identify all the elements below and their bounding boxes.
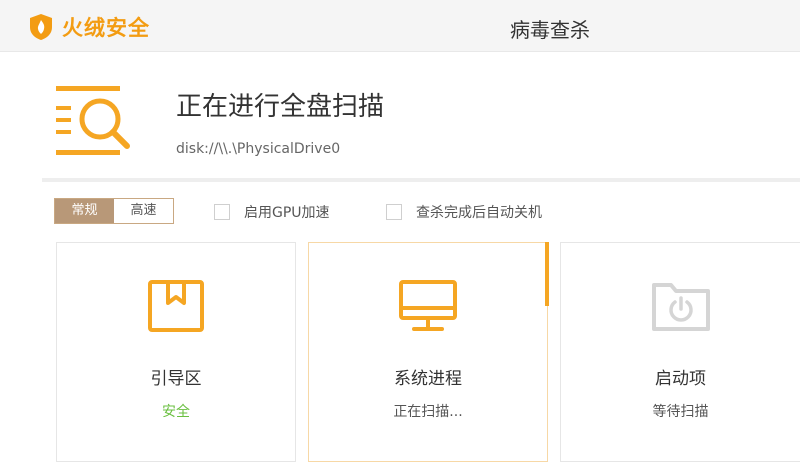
scan-icon — [54, 84, 136, 164]
monitor-icon — [309, 279, 547, 333]
title-bar: 火绒安全 病毒查杀 — [0, 0, 800, 52]
card-name: 启动项 — [655, 369, 706, 389]
startup-folder-icon — [561, 279, 800, 333]
flame-shield-icon — [30, 14, 52, 40]
scan-header: 正在进行全盘扫描 disk://\\.\PhysicalDrive0 — [0, 52, 800, 180]
scan-options: 常规 高速 启用GPU加速 查杀完成后自动关机 — [0, 198, 800, 226]
gpu-accel-label: 启用GPU加速 — [244, 205, 330, 221]
app-name: 火绒安全 — [62, 16, 150, 40]
scan-card-system-process[interactable]: 系统进程 正在扫描... — [308, 242, 549, 462]
scan-title: 正在进行全盘扫描 — [176, 92, 385, 122]
boot-sector-icon — [57, 279, 295, 333]
mode-fast-button[interactable]: 高速 — [114, 199, 173, 223]
gpu-accel-checkbox-box[interactable] — [214, 204, 230, 220]
card-status: 等待扫描 — [652, 404, 709, 420]
auto-shutdown-checkbox-box[interactable] — [386, 204, 402, 220]
app-logo: 火绒安全 — [28, 12, 150, 42]
auto-shutdown-label: 查杀完成后自动关机 — [416, 205, 542, 221]
scan-path: disk://\\.\PhysicalDrive0 — [176, 141, 341, 157]
auto-shutdown-checkbox[interactable]: 查杀完成后自动关机 — [386, 202, 542, 222]
card-status: 安全 — [162, 404, 190, 420]
window-title: 病毒查杀 — [510, 18, 590, 42]
card-name: 系统进程 — [394, 369, 462, 389]
card-status: 正在扫描... — [393, 404, 463, 420]
scan-card-boot-sector[interactable]: 引导区 安全 — [56, 242, 296, 462]
mode-normal-button[interactable]: 常规 — [55, 199, 114, 223]
header-divider — [42, 178, 800, 182]
card-name: 引导区 — [150, 369, 202, 389]
scan-card-startup[interactable]: 启动项 等待扫描 — [560, 242, 800, 462]
gpu-accel-checkbox[interactable]: 启用GPU加速 — [214, 202, 330, 222]
scan-mode-toggle: 常规 高速 — [54, 198, 174, 224]
